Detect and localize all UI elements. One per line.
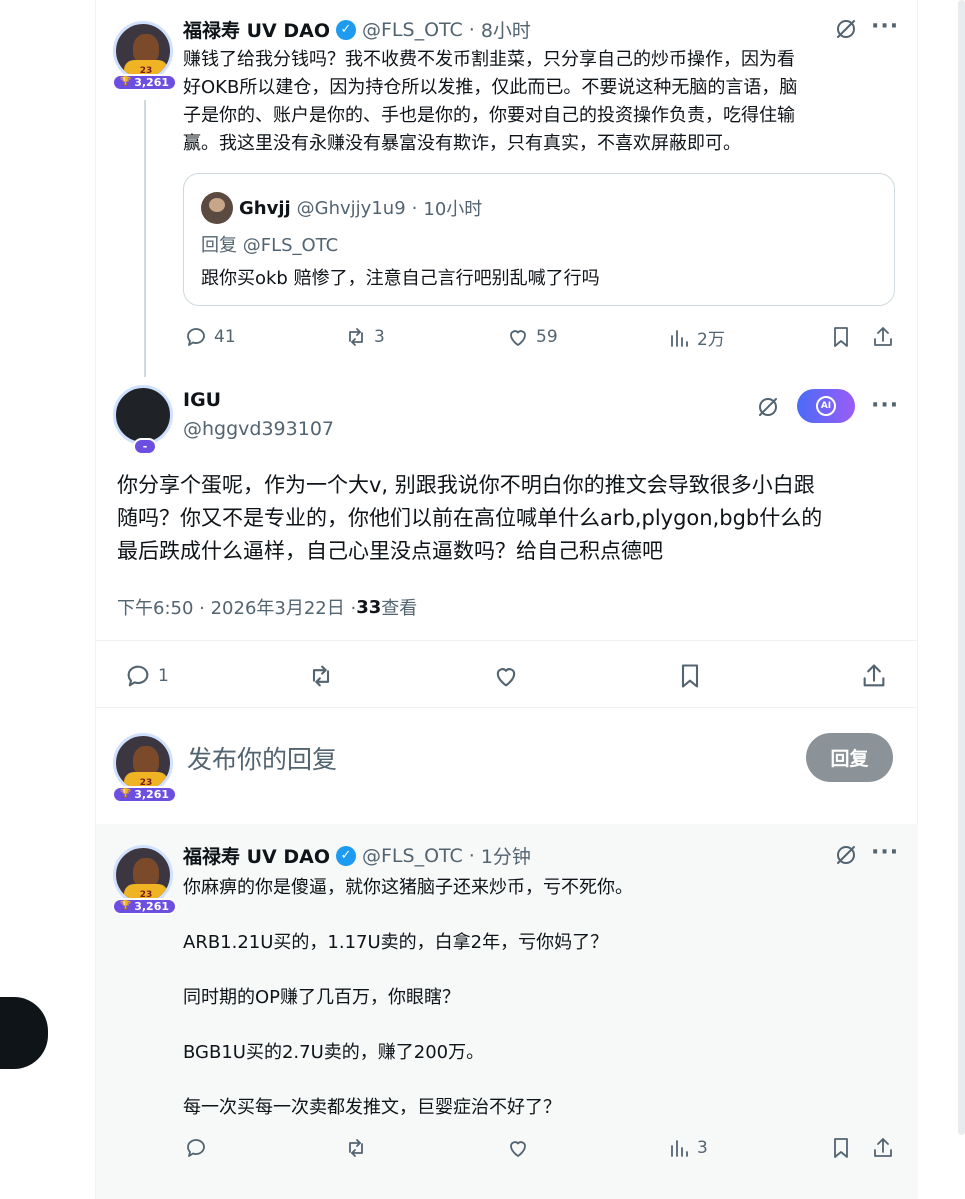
reply-author-avatar[interactable]: 23 🏆 3,261 <box>112 845 178 915</box>
score-badge: 🏆 3,261 <box>112 74 178 91</box>
reply-submit-button[interactable]: 回复 <box>806 733 893 782</box>
reply-text-line: 每一次买每一次卖都发推文，巨婴症治不好了？ <box>183 1097 561 1118</box>
verified-icon: ✓ <box>336 19 356 40</box>
quoted-time: 10小时 <box>423 199 483 220</box>
repost-icon <box>349 328 363 346</box>
share-icon <box>863 664 885 687</box>
views-button[interactable]: 3 <box>667 1136 708 1160</box>
reply-text-line: BGB1U买的2.7U卖的，赚了200万。 <box>183 1042 485 1063</box>
bookmark-icon <box>681 664 699 688</box>
reply-button[interactable]: 1 <box>124 662 169 690</box>
views-button[interactable]: 2万 <box>667 325 725 350</box>
more-icon[interactable]: ··· <box>871 16 899 38</box>
score-badge: 🏆 3,261 <box>112 898 178 915</box>
handle[interactable]: @FLS_OTC <box>362 19 463 41</box>
thread-line <box>144 100 146 377</box>
view-count: 33 <box>356 596 382 618</box>
quoted-avatar <box>201 192 233 224</box>
share-icon <box>874 327 892 346</box>
divider <box>96 640 918 641</box>
tweet-meta: 下午6:50 · 2026年3月22日 · 33 查看 <box>117 594 417 620</box>
igu-avatar[interactable]: - <box>113 385 177 455</box>
reply-button[interactable]: 41 <box>184 325 236 349</box>
ai-button[interactable]: AI <box>797 389 855 423</box>
share-button[interactable] <box>860 662 888 690</box>
verified-icon: ✓ <box>336 845 356 866</box>
like-button[interactable]: 59 <box>506 325 558 349</box>
score-badge: 🏆 3,261 <box>112 786 178 803</box>
tweet-text: 赚钱了给我分钱吗？我不收费不发币割韭菜，只分享自己的炒币操作，因为看 好OKB所… <box>183 49 798 154</box>
display-name[interactable]: 福禄寿 UV DAO <box>183 16 330 43</box>
display-name[interactable]: 福禄寿 UV DAO <box>183 842 330 869</box>
share-icon <box>874 1138 892 1157</box>
bookmark-button[interactable] <box>829 325 853 349</box>
quoted-reply-to: 回复 @FLS_OTC <box>201 235 339 256</box>
author-avatar[interactable]: 23 🏆 3,261 <box>112 21 178 91</box>
views-icon <box>671 329 688 347</box>
repost-icon <box>312 665 330 687</box>
reply-text-line: 你麻痹的你是傻逼，就你这猪脑子还来炒币，亏不死你。 <box>183 877 633 898</box>
reply-header: 福禄寿 UV DAO ✓ @FLS_OTC · 1分钟 <box>183 842 531 869</box>
tweet-header: 福禄寿 UV DAO ✓ @FLS_OTC · 8小时 <box>183 16 531 43</box>
views-icon <box>671 1140 688 1157</box>
tweet-time[interactable]: 8小时 <box>481 16 531 43</box>
tweet-time[interactable]: 1分钟 <box>481 842 531 869</box>
divider <box>96 707 918 708</box>
repost-button[interactable]: 3 <box>344 325 385 349</box>
share-button[interactable] <box>871 325 895 349</box>
heart-icon <box>496 668 516 687</box>
bookmark-icon <box>834 1138 848 1158</box>
grok-icon[interactable] <box>833 842 859 868</box>
quoted-text: 跟你买okb 赔惨了，注意自己言行吧别乱喊了行吗 <box>201 268 600 289</box>
ai-icon: AI <box>816 396 836 416</box>
quoted-handle: @Ghvjjy1u9 <box>296 197 406 219</box>
like-button[interactable] <box>492 662 520 690</box>
score-badge: - <box>133 438 157 455</box>
heart-icon <box>510 1141 526 1157</box>
like-button[interactable] <box>506 1136 530 1160</box>
reply-text-line: ARB1.21U买的，1.17U卖的，白拿2年，亏你妈了？ <box>183 932 609 953</box>
trophy-icon: 🏆 <box>120 789 132 799</box>
side-floating-button[interactable] <box>0 997 48 1069</box>
grok-icon[interactable] <box>754 393 782 421</box>
quoted-tweet[interactable]: Ghvjj @Ghvjjy1u9 · 10小时 回复 @FLS_OTC 跟你买o… <box>183 173 895 306</box>
main-handle[interactable]: @hggvd393107 <box>183 418 334 440</box>
bookmark-icon <box>834 327 848 347</box>
trophy-icon: 🏆 <box>120 901 132 911</box>
share-button[interactable] <box>871 1136 895 1160</box>
repost-icon <box>349 1139 363 1157</box>
grok-icon[interactable] <box>833 16 859 42</box>
reply-icon <box>127 665 149 687</box>
reply-button[interactable] <box>184 1136 208 1160</box>
repost-button[interactable] <box>344 1136 368 1160</box>
more-icon[interactable]: ··· <box>871 842 899 864</box>
main-display-name[interactable]: IGU <box>183 389 221 411</box>
heart-icon <box>510 330 526 346</box>
bookmark-button[interactable] <box>676 662 704 690</box>
reply-icon <box>187 1139 205 1157</box>
repost-button[interactable] <box>307 662 335 690</box>
view-label: 查看 <box>381 598 418 619</box>
handle[interactable]: @FLS_OTC <box>362 845 463 867</box>
bookmark-button[interactable] <box>829 1136 853 1160</box>
quoted-display-name: Ghvjj <box>239 197 291 219</box>
reply-input[interactable]: 发布你的回复 <box>187 740 337 776</box>
trophy-icon: 🏆 <box>120 77 132 87</box>
reply-icon <box>187 328 205 346</box>
scrollbar[interactable] <box>958 0 965 1135</box>
tweet-timestamp[interactable]: 下午6:50 · 2026年3月22日 · <box>117 594 356 620</box>
more-icon[interactable]: ··· <box>871 395 899 417</box>
composer-avatar: 23 🏆 3,261 <box>112 733 178 803</box>
reply-text-line: 同时期的OP赚了几百万，你眼瞎？ <box>183 987 461 1008</box>
main-tweet-text: 你分享个蛋呢，作为一个大v, 别跟我说你不明白你的推文会导致很多小白跟 随吗？你… <box>117 473 823 563</box>
